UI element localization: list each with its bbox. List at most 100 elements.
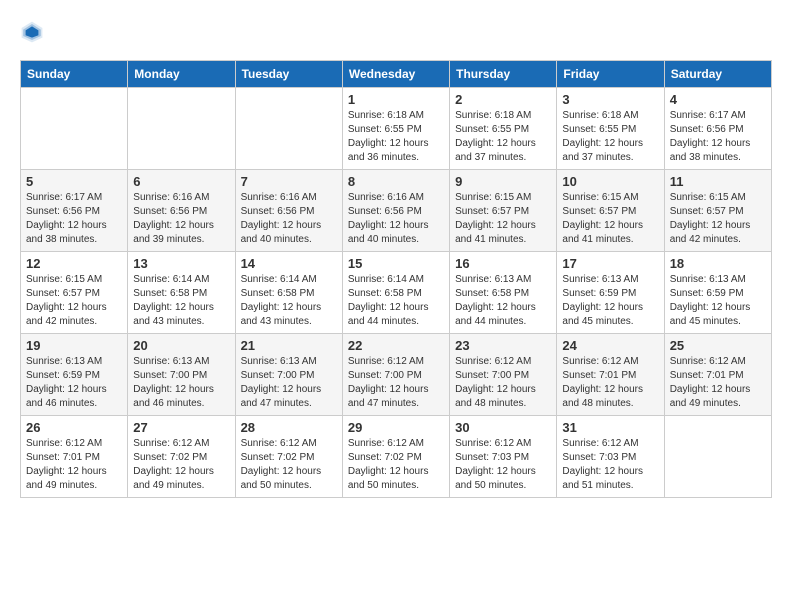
day-info: Sunrise: 6:15 AM Sunset: 6:57 PM Dayligh… <box>562 191 658 247</box>
calendar-week-2: 5 Sunrise: 6:17 AM Sunset: 6:56 PM Daylig… <box>21 170 772 252</box>
day-number: 19 <box>26 338 122 353</box>
day-number: 30 <box>455 420 551 435</box>
day-number: 16 <box>455 256 551 271</box>
day-number: 8 <box>348 174 444 189</box>
calendar-cell: 5 Sunrise: 6:17 AM Sunset: 6:56 PM Daylig… <box>21 170 128 252</box>
calendar-cell: 9Sunrise: 6:15 AM Sunset: 6:57 PM Daylig… <box>450 170 557 252</box>
calendar-week-1: 1Sunrise: 6:18 AM Sunset: 6:55 PM Daylig… <box>21 88 772 170</box>
day-info: Sunrise: 6:12 AM Sunset: 7:01 PM Dayligh… <box>26 437 122 493</box>
day-info: Sunrise: 6:14 AM Sunset: 6:58 PM Dayligh… <box>348 273 444 329</box>
calendar-cell: 16 Sunrise: 6:13 AM Sunset: 6:58 PM Dayli… <box>450 252 557 334</box>
day-number: 23 <box>455 338 551 353</box>
page-header <box>20 20 772 44</box>
day-info: Sunrise: 6:12 AM Sunset: 7:01 PM Dayligh… <box>670 355 766 411</box>
calendar-cell: 14 Sunrise: 6:14 AM Sunset: 6:58 PM Dayli… <box>235 252 342 334</box>
day-number: 27 <box>133 420 229 435</box>
day-info: Sunrise: 6:13 AM Sunset: 6:58 PM Dayligh… <box>455 273 551 329</box>
day-number: 25 <box>670 338 766 353</box>
day-number: 26 <box>26 420 122 435</box>
day-info: Sunrise: 6:17 AM Sunset: 6:56 PM Dayligh… <box>670 109 766 165</box>
day-info: Sunrise: 6:14 AM Sunset: 6:58 PM Dayligh… <box>241 273 337 329</box>
day-number: 31 <box>562 420 658 435</box>
day-number: 24 <box>562 338 658 353</box>
calendar-cell: 21 Sunrise: 6:13 AM Sunset: 7:00 PM Dayli… <box>235 334 342 416</box>
day-info: Sunrise: 6:12 AM Sunset: 7:00 PM Dayligh… <box>348 355 444 411</box>
calendar-cell: 15 Sunrise: 6:14 AM Sunset: 6:58 PM Dayli… <box>342 252 449 334</box>
calendar-cell: 13 Sunrise: 6:14 AM Sunset: 6:58 PM Dayli… <box>128 252 235 334</box>
day-info: Sunrise: 6:13 AM Sunset: 6:59 PM Dayligh… <box>670 273 766 329</box>
calendar-cell: 6Sunrise: 6:16 AM Sunset: 6:56 PM Daylig… <box>128 170 235 252</box>
day-number: 6 <box>133 174 229 189</box>
day-number: 14 <box>241 256 337 271</box>
calendar-cell <box>128 88 235 170</box>
day-info: Sunrise: 6:13 AM Sunset: 7:00 PM Dayligh… <box>241 355 337 411</box>
calendar-cell <box>21 88 128 170</box>
calendar-cell: 20Sunrise: 6:13 AM Sunset: 7:00 PM Dayli… <box>128 334 235 416</box>
calendar-cell: 3Sunrise: 6:18 AM Sunset: 6:55 PM Daylig… <box>557 88 664 170</box>
weekday-header-row: SundayMondayTuesdayWednesdayThursdayFrid… <box>21 61 772 88</box>
calendar-cell: 27Sunrise: 6:12 AM Sunset: 7:02 PM Dayli… <box>128 416 235 498</box>
day-number: 18 <box>670 256 766 271</box>
day-info: Sunrise: 6:12 AM Sunset: 7:03 PM Dayligh… <box>455 437 551 493</box>
calendar-cell: 25 Sunrise: 6:12 AM Sunset: 7:01 PM Dayli… <box>664 334 771 416</box>
calendar-cell: 12Sunrise: 6:15 AM Sunset: 6:57 PM Dayli… <box>21 252 128 334</box>
day-number: 29 <box>348 420 444 435</box>
logo <box>20 20 48 44</box>
day-info: Sunrise: 6:16 AM Sunset: 6:56 PM Dayligh… <box>241 191 337 247</box>
calendar-cell: 22Sunrise: 6:12 AM Sunset: 7:00 PM Dayli… <box>342 334 449 416</box>
calendar-week-4: 19 Sunrise: 6:13 AM Sunset: 6:59 PM Dayli… <box>21 334 772 416</box>
day-info: Sunrise: 6:16 AM Sunset: 6:56 PM Dayligh… <box>348 191 444 247</box>
calendar-table: SundayMondayTuesdayWednesdayThursdayFrid… <box>20 60 772 498</box>
calendar-cell: 26 Sunrise: 6:12 AM Sunset: 7:01 PM Dayli… <box>21 416 128 498</box>
weekday-header-wednesday: Wednesday <box>342 61 449 88</box>
calendar-cell: 30 Sunrise: 6:12 AM Sunset: 7:03 PM Dayli… <box>450 416 557 498</box>
calendar-cell: 24 Sunrise: 6:12 AM Sunset: 7:01 PM Dayli… <box>557 334 664 416</box>
calendar-cell <box>235 88 342 170</box>
calendar-cell: 8 Sunrise: 6:16 AM Sunset: 6:56 PM Daylig… <box>342 170 449 252</box>
day-info: Sunrise: 6:12 AM Sunset: 7:02 PM Dayligh… <box>241 437 337 493</box>
day-number: 3 <box>562 92 658 107</box>
day-info: Sunrise: 6:12 AM Sunset: 7:02 PM Dayligh… <box>348 437 444 493</box>
day-number: 17 <box>562 256 658 271</box>
calendar-cell: 17 Sunrise: 6:13 AM Sunset: 6:59 PM Dayli… <box>557 252 664 334</box>
day-info: Sunrise: 6:17 AM Sunset: 6:56 PM Dayligh… <box>26 191 122 247</box>
day-number: 28 <box>241 420 337 435</box>
calendar-cell: 1Sunrise: 6:18 AM Sunset: 6:55 PM Daylig… <box>342 88 449 170</box>
day-number: 21 <box>241 338 337 353</box>
day-info: Sunrise: 6:13 AM Sunset: 6:59 PM Dayligh… <box>562 273 658 329</box>
calendar-cell: 28 Sunrise: 6:12 AM Sunset: 7:02 PM Dayli… <box>235 416 342 498</box>
day-number: 7 <box>241 174 337 189</box>
day-info: Sunrise: 6:15 AM Sunset: 6:57 PM Dayligh… <box>26 273 122 329</box>
day-number: 15 <box>348 256 444 271</box>
day-number: 10 <box>562 174 658 189</box>
weekday-header-monday: Monday <box>128 61 235 88</box>
day-number: 13 <box>133 256 229 271</box>
weekday-header-saturday: Saturday <box>664 61 771 88</box>
calendar-cell: 19 Sunrise: 6:13 AM Sunset: 6:59 PM Dayli… <box>21 334 128 416</box>
day-info: Sunrise: 6:12 AM Sunset: 7:03 PM Dayligh… <box>562 437 658 493</box>
weekday-header-tuesday: Tuesday <box>235 61 342 88</box>
calendar-cell: 10 Sunrise: 6:15 AM Sunset: 6:57 PM Dayli… <box>557 170 664 252</box>
day-info: Sunrise: 6:13 AM Sunset: 7:00 PM Dayligh… <box>133 355 229 411</box>
calendar-cell: 11 Sunrise: 6:15 AM Sunset: 6:57 PM Dayli… <box>664 170 771 252</box>
weekday-header-sunday: Sunday <box>21 61 128 88</box>
day-info: Sunrise: 6:15 AM Sunset: 6:57 PM Dayligh… <box>455 191 551 247</box>
day-number: 11 <box>670 174 766 189</box>
calendar-cell: 18 Sunrise: 6:13 AM Sunset: 6:59 PM Dayli… <box>664 252 771 334</box>
day-info: Sunrise: 6:12 AM Sunset: 7:00 PM Dayligh… <box>455 355 551 411</box>
calendar-cell <box>664 416 771 498</box>
calendar-week-5: 26 Sunrise: 6:12 AM Sunset: 7:01 PM Dayli… <box>21 416 772 498</box>
day-info: Sunrise: 6:14 AM Sunset: 6:58 PM Dayligh… <box>133 273 229 329</box>
calendar-cell: 7 Sunrise: 6:16 AM Sunset: 6:56 PM Daylig… <box>235 170 342 252</box>
day-number: 4 <box>670 92 766 107</box>
calendar-cell: 29 Sunrise: 6:12 AM Sunset: 7:02 PM Dayli… <box>342 416 449 498</box>
calendar-week-3: 12Sunrise: 6:15 AM Sunset: 6:57 PM Dayli… <box>21 252 772 334</box>
day-number: 2 <box>455 92 551 107</box>
calendar-cell: 2Sunrise: 6:18 AM Sunset: 6:55 PM Daylig… <box>450 88 557 170</box>
day-info: Sunrise: 6:15 AM Sunset: 6:57 PM Dayligh… <box>670 191 766 247</box>
day-info: Sunrise: 6:12 AM Sunset: 7:01 PM Dayligh… <box>562 355 658 411</box>
day-number: 5 <box>26 174 122 189</box>
logo-icon <box>20 20 44 44</box>
day-info: Sunrise: 6:18 AM Sunset: 6:55 PM Dayligh… <box>348 109 444 165</box>
day-info: Sunrise: 6:13 AM Sunset: 6:59 PM Dayligh… <box>26 355 122 411</box>
